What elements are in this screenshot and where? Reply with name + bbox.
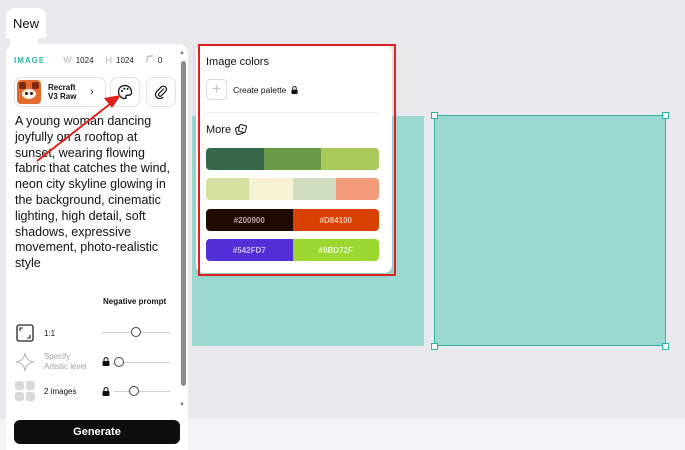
model-selector[interactable]: Recraft V3 Raw › xyxy=(14,77,106,107)
aspect-slider-thumb[interactable] xyxy=(131,327,141,337)
type-label: IMAGE xyxy=(14,55,46,65)
new-tab-label: New xyxy=(12,15,39,31)
scroll-up-icon[interactable]: ▲ xyxy=(179,50,185,56)
count-slider-track[interactable] xyxy=(114,391,170,392)
panel-header: IMAGE W 1024 H 1024 0 xyxy=(14,55,174,65)
artistic-level-label: Specify Artistic level xyxy=(44,352,87,371)
red-panda-icon xyxy=(17,80,41,104)
model-name: Recraft V3 Raw xyxy=(48,83,77,101)
chevron-right-icon: › xyxy=(90,86,94,98)
lock-icon xyxy=(102,357,110,366)
image-count-row[interactable]: 2 images xyxy=(15,381,76,401)
resize-handle-top-left[interactable] xyxy=(431,112,438,119)
aspect-ratio-icon xyxy=(15,323,35,343)
artistic-level-row[interactable]: Specify Artistic level xyxy=(15,352,87,372)
color-palette-button[interactable] xyxy=(110,77,140,107)
resize-handle-bottom-right[interactable] xyxy=(662,343,669,350)
height-value[interactable]: 1024 xyxy=(116,56,134,65)
palette-icon xyxy=(117,84,133,100)
panel-scrollbar[interactable] xyxy=(181,61,186,386)
generation-panel: IMAGE W 1024 H 1024 0 Recraft V3 Raw › A… xyxy=(6,44,188,450)
negative-prompt-link[interactable]: Negative prompt xyxy=(103,297,166,306)
width-value[interactable]: 1024 xyxy=(76,56,94,65)
lock-icon xyxy=(102,387,110,396)
count-slider-thumb[interactable] xyxy=(129,386,139,396)
radius-value[interactable]: 0 xyxy=(158,56,162,65)
resize-handle-bottom-left[interactable] xyxy=(431,343,438,350)
aspect-ratio-row[interactable]: 1:1 xyxy=(15,323,55,343)
sparkle-icon xyxy=(15,352,35,372)
height-key: H xyxy=(105,55,113,65)
prompt-textarea[interactable]: A young woman dancing joyfully on a roof… xyxy=(15,114,175,272)
canvas-image-frame-selected[interactable] xyxy=(434,115,666,346)
image-count-label: 2 images xyxy=(44,386,77,396)
corner-radius-icon xyxy=(146,55,154,65)
new-tab[interactable]: New xyxy=(6,8,46,38)
artistic-slider-thumb[interactable] xyxy=(114,357,124,367)
generate-button[interactable]: Generate xyxy=(14,420,180,444)
width-key: W xyxy=(63,55,72,65)
aspect-ratio-label: 1:1 xyxy=(44,328,56,338)
highlight-box xyxy=(198,44,396,276)
scroll-down-icon[interactable]: ▼ xyxy=(179,402,185,408)
attach-button[interactable] xyxy=(146,77,176,107)
paperclip-icon xyxy=(154,85,168,99)
resize-handle-top-right[interactable] xyxy=(662,112,669,119)
grid-icon xyxy=(15,381,35,401)
